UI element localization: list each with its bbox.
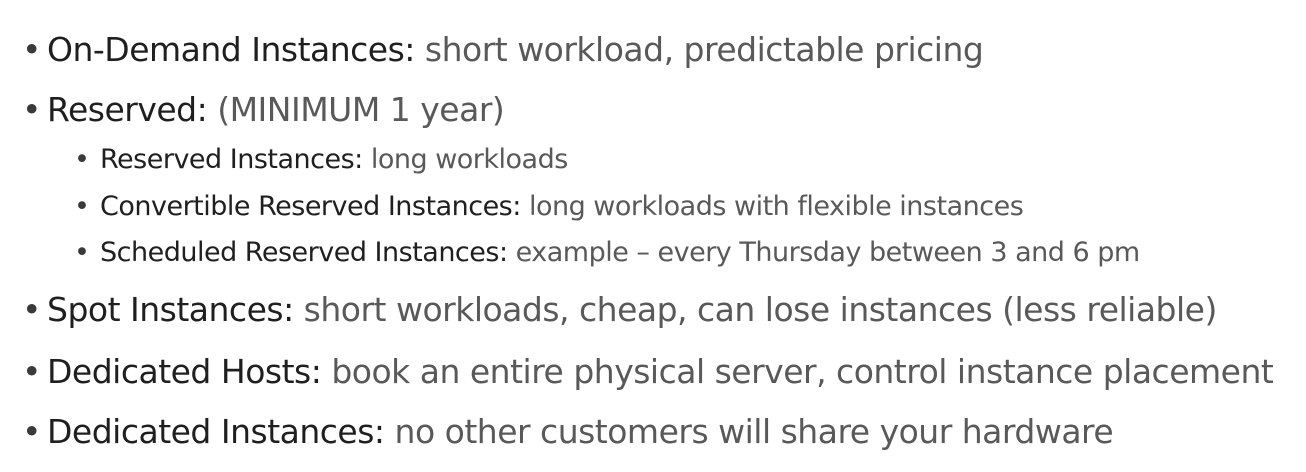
bullet-term: Convertible Reserved Instances:: [100, 191, 521, 222]
bullet-spot-instances: • Spot Instances: short workloads, cheap,…: [22, 290, 1217, 329]
bullet-term: Scheduled Reserved Instances:: [100, 237, 508, 268]
bullet-term: Reserved Instances:: [100, 144, 363, 175]
bullet-dedicated-instances: • Dedicated Instances: no other customers…: [22, 412, 1114, 451]
bullet-description: short workloads, cheap, can lose instanc…: [293, 290, 1218, 329]
bullet-on-demand: • On-Demand Instances: short workload, pr…: [22, 30, 984, 69]
sub-bullet-scheduled-reserved: • Scheduled Reserved Instances: example –…: [74, 237, 1140, 268]
bullet-dot: •: [74, 237, 90, 268]
bullet-description: long workloads: [362, 144, 568, 175]
bullet-dot: •: [22, 30, 41, 69]
bullet-dot: •: [22, 412, 41, 451]
bullet-term: Reserved:: [47, 90, 208, 129]
sub-bullet-convertible-reserved: • Convertible Reserved Instances: long wo…: [74, 191, 1024, 222]
bullet-description: example – every Thursday between 3 and 6…: [507, 237, 1141, 268]
bullet-list: • On-Demand Instances: short workload, pr…: [0, 0, 1306, 472]
bullet-description: short workload, predictable pricing: [414, 30, 984, 69]
bullet-term: On-Demand Instances:: [47, 30, 415, 69]
sub-bullet-reserved-instances: • Reserved Instances: long workloads: [74, 144, 568, 175]
bullet-dot: •: [22, 90, 41, 129]
bullet-description: no other customers will share your hardw…: [384, 412, 1114, 451]
bullet-dedicated-hosts: • Dedicated Hosts: book an entire physica…: [22, 352, 1274, 391]
bullet-dot: •: [22, 352, 41, 391]
bullet-description: book an entire physical server, control …: [321, 352, 1274, 391]
bullet-description: long workloads with flexible instances: [520, 191, 1024, 222]
bullet-term: Spot Instances:: [47, 290, 294, 329]
bullet-term: Dedicated Instances:: [47, 412, 385, 451]
bullet-term: Dedicated Hosts:: [47, 352, 322, 391]
bullet-dot: •: [74, 144, 90, 175]
bullet-dot: •: [74, 191, 90, 222]
bullet-dot: •: [22, 290, 41, 329]
bullet-reserved: • Reserved: (MINIMUM 1 year): [22, 90, 505, 129]
bullet-description: (MINIMUM 1 year): [207, 90, 505, 129]
